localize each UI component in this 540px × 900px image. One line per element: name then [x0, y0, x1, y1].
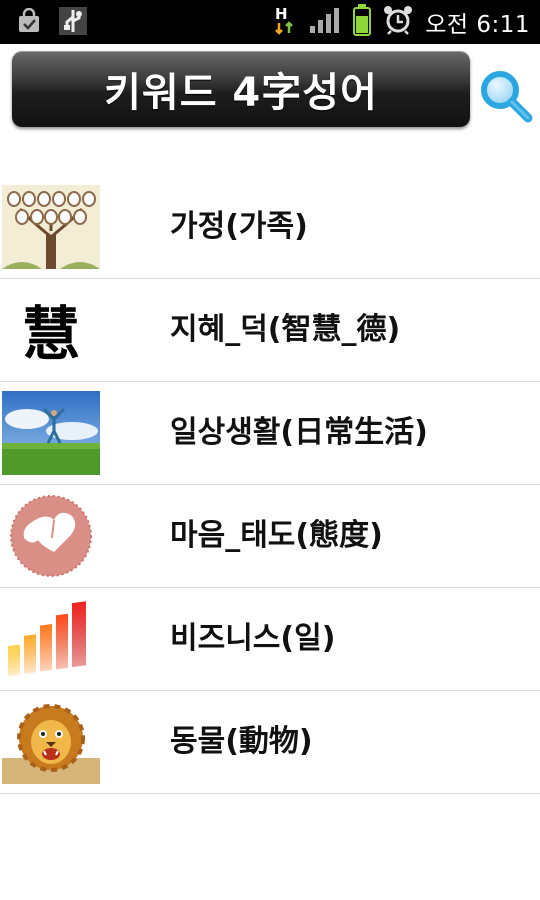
alarm-icon	[383, 5, 413, 39]
signal-icon	[309, 6, 341, 38]
h-data-icon: H	[273, 3, 297, 41]
list-item[interactable]: 慧 지혜_덕(智慧_德)	[0, 279, 540, 382]
list-item[interactable]: 비즈니스(일)	[0, 588, 540, 691]
status-time: 오전 6:11	[425, 12, 530, 38]
family-tree-icon	[2, 185, 100, 269]
list-item[interactable]: 동물(動物)	[0, 691, 540, 794]
list-item[interactable]: 가정(가족)	[0, 176, 540, 279]
bar-chart-icon	[2, 597, 100, 681]
list-item[interactable]: 일상생활(日常生活)	[0, 382, 540, 485]
list-item-label: 지혜_덕(智慧_德)	[170, 312, 401, 347]
battery-icon	[353, 4, 372, 40]
shopping-bag-icon	[14, 6, 44, 36]
usb-debug-icon	[58, 6, 88, 36]
list-item[interactable]: 마음_태도(態度)	[0, 485, 540, 588]
list-item-label: 마음_태도(態度)	[170, 518, 383, 553]
list-item-label: 동물(動物)	[170, 724, 313, 759]
search-icon[interactable]	[478, 68, 534, 124]
heart-hand-icon	[2, 494, 100, 578]
lion-icon	[2, 700, 100, 784]
list-item-label: 비즈니스(일)	[170, 621, 336, 656]
app-header: 키워드 4字성어	[0, 44, 540, 140]
svg-text:H: H	[275, 5, 288, 23]
app-title: 키워드 4字성어	[104, 70, 378, 116]
title-bar: 키워드 4字성어	[12, 51, 470, 127]
list-item-label: 가정(가족)	[170, 209, 308, 244]
status-bar: H 오전 6:11	[0, 0, 540, 44]
calligraphy-glyph: 慧	[22, 300, 80, 368]
category-list: 가정(가족) 慧 지혜_덕(智慧_德) 일상생활(日常生活) 마음_태도(態度)…	[0, 176, 540, 794]
list-item-label: 일상생활(日常生活)	[170, 415, 428, 450]
calligraphy-hye-icon: 慧	[2, 288, 100, 372]
person-jumping-field-icon	[2, 391, 100, 475]
